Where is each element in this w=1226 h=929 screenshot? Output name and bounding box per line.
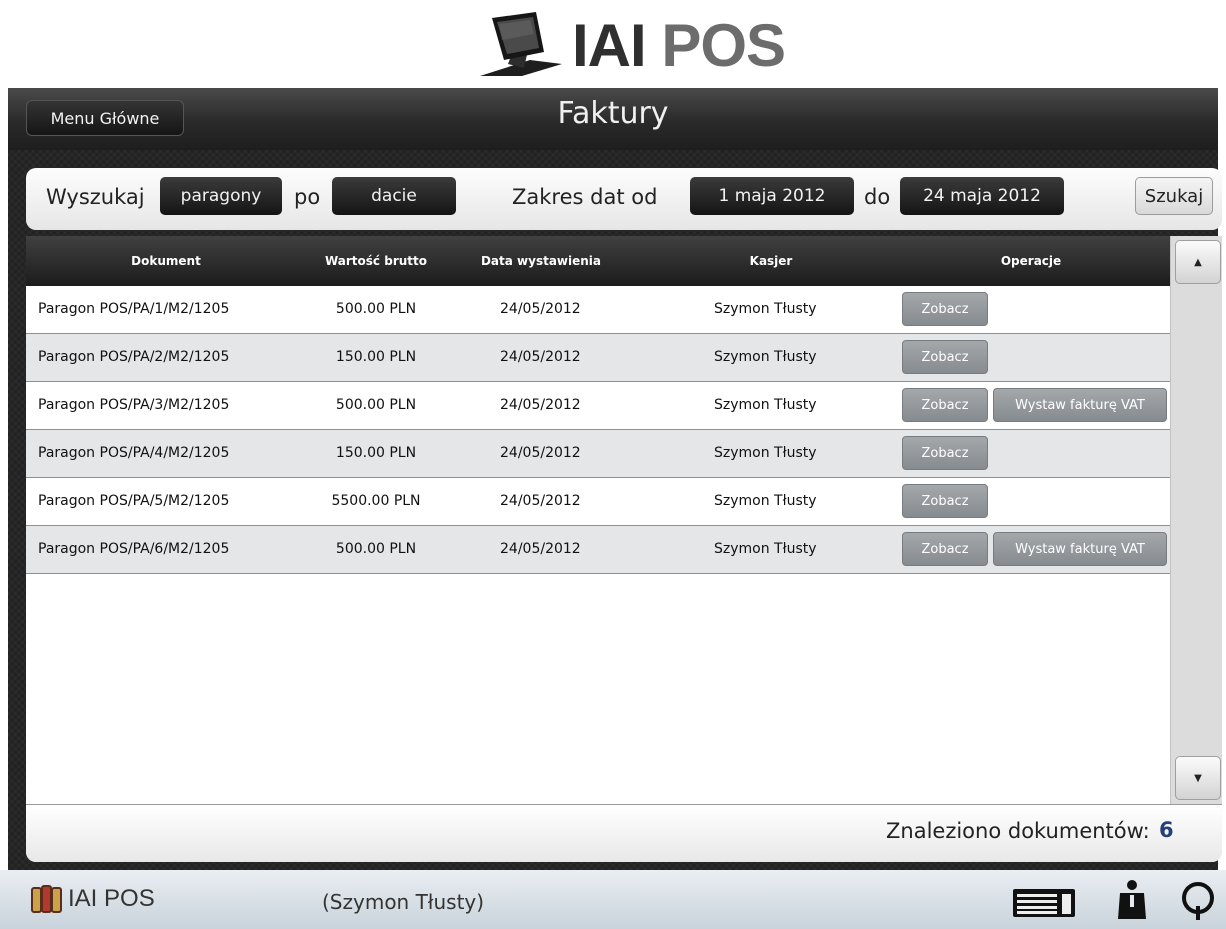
document-cell: Paragon POS/PA/3/M2/1205 — [38, 397, 230, 413]
date-to-field[interactable]: 24 maja 2012 — [900, 177, 1064, 215]
table-row: Paragon POS/PA/4/M2/1205 150.00 PLN 24/0… — [26, 430, 1170, 478]
value-cell: 500.00 PLN — [335, 541, 417, 557]
table-header: Dokument Wartość brutto Data wystawienia… — [26, 236, 1170, 286]
table-row: Paragon POS/PA/5/M2/1205 5500.00 PLN 24/… — [26, 478, 1170, 526]
view-button[interactable]: Zobacz — [902, 388, 988, 422]
view-button[interactable]: Zobacz — [902, 484, 988, 518]
value-cell: 5500.00 PLN — [331, 493, 421, 509]
pos-terminal-icon — [480, 12, 562, 76]
keyboard-icon[interactable] — [1012, 888, 1076, 918]
table-row: Paragon POS/PA/1/M2/1205 500.00 PLN 24/0… — [26, 286, 1170, 334]
arrow-up-icon: ▲ — [1194, 256, 1202, 268]
issue-vat-invoice-button[interactable]: Wystaw fakturę VAT — [993, 532, 1167, 566]
cashier-cell: Szymon Tłusty — [714, 541, 817, 557]
search-button[interactable]: Szukaj — [1135, 177, 1213, 215]
date-cell: 24/05/2012 — [500, 301, 581, 317]
scrollbar[interactable]: ▲ ▼ — [1170, 236, 1222, 804]
cashier-cell: Szymon Tłusty — [714, 349, 817, 365]
table-row: Paragon POS/PA/6/M2/1205 500.00 PLN 24/0… — [26, 526, 1170, 574]
by-label: po — [294, 185, 321, 209]
date-cell: 24/05/2012 — [500, 541, 581, 557]
date-range-label: Zakres dat od — [512, 185, 658, 209]
page-title: Faktury — [557, 96, 669, 131]
document-cell: Paragon POS/PA/6/M2/1205 — [38, 541, 230, 557]
view-button[interactable]: Zobacz — [902, 292, 988, 326]
column-header-document: Dokument — [131, 254, 201, 268]
app-logo: IAI POS — [478, 10, 786, 82]
cashier-cell: Szymon Tłusty — [714, 445, 817, 461]
user-icon[interactable] — [1114, 879, 1150, 921]
cashier-cell: Szymon Tłusty — [714, 493, 817, 509]
search-bar: Wyszukaj paragony po dacie Zakres dat od… — [26, 168, 1222, 230]
view-button[interactable]: Zobacz — [902, 532, 988, 566]
arrow-down-icon: ▼ — [1194, 772, 1202, 784]
column-header-operations: Operacje — [1000, 254, 1062, 268]
date-from-field[interactable]: 1 maja 2012 — [690, 177, 854, 215]
main-menu-button[interactable]: Menu Główne — [26, 100, 184, 136]
document-cell: Paragon POS/PA/1/M2/1205 — [38, 301, 230, 317]
search-label: Wyszukaj — [46, 185, 145, 209]
table-row: Paragon POS/PA/2/M2/1205 150.00 PLN 24/0… — [26, 334, 1170, 382]
date-cell: 24/05/2012 — [500, 397, 581, 413]
results-footer: Znaleziono dokumentów: 6 — [26, 804, 1222, 862]
value-cell: 150.00 PLN — [335, 445, 417, 461]
status-bar: IAI POS (Szymon Tłusty) — [0, 870, 1226, 929]
scroll-down-button[interactable]: ▼ — [1175, 756, 1221, 800]
help-icon[interactable] — [1178, 880, 1218, 922]
scroll-up-button[interactable]: ▲ — [1175, 240, 1221, 284]
table-row: Paragon POS/PA/3/M2/1205 500.00 PLN 24/0… — [26, 382, 1170, 430]
value-cell: 500.00 PLN — [335, 301, 417, 317]
date-cell: 24/05/2012 — [500, 349, 581, 365]
document-cell: Paragon POS/PA/4/M2/1205 — [38, 445, 230, 461]
column-header-issue-date: Data wystawienia — [480, 254, 602, 268]
cashier-cell: Szymon Tłusty — [714, 301, 817, 317]
logged-user: (Szymon Tłusty) — [322, 890, 485, 914]
logo-header: IAI POS — [0, 0, 1226, 90]
documents-found-count: 6 — [1159, 818, 1174, 842]
view-button[interactable]: Zobacz — [902, 436, 988, 470]
iai-logo-icon — [31, 885, 62, 913]
issue-vat-invoice-button[interactable]: Wystaw fakturę VAT — [993, 388, 1167, 422]
column-header-gross-value: Wartość brutto — [324, 254, 427, 268]
document-type-select[interactable]: paragony — [160, 177, 282, 215]
status-brand: IAI POS — [68, 885, 155, 912]
logo-wordmark: IAI POS — [572, 12, 786, 79]
date-cell: 24/05/2012 — [500, 493, 581, 509]
table-body: Paragon POS/PA/1/M2/1205 500.00 PLN 24/0… — [26, 286, 1170, 574]
value-cell: 500.00 PLN — [335, 397, 417, 413]
search-criterion-select[interactable]: dacie — [332, 177, 456, 215]
documents-found-label: Znaleziono dokumentów: — [886, 819, 1150, 843]
results-panel: Dokument Wartość brutto Data wystawienia… — [26, 236, 1222, 862]
title-band: Menu Główne Faktury — [8, 88, 1218, 150]
to-label: do — [864, 185, 891, 209]
view-button[interactable]: Zobacz — [902, 340, 988, 374]
column-header-cashier: Kasjer — [749, 254, 793, 268]
date-cell: 24/05/2012 — [500, 445, 581, 461]
document-cell: Paragon POS/PA/5/M2/1205 — [38, 493, 230, 509]
value-cell: 150.00 PLN — [335, 349, 417, 365]
cashier-cell: Szymon Tłusty — [714, 397, 817, 413]
document-cell: Paragon POS/PA/2/M2/1205 — [38, 349, 230, 365]
